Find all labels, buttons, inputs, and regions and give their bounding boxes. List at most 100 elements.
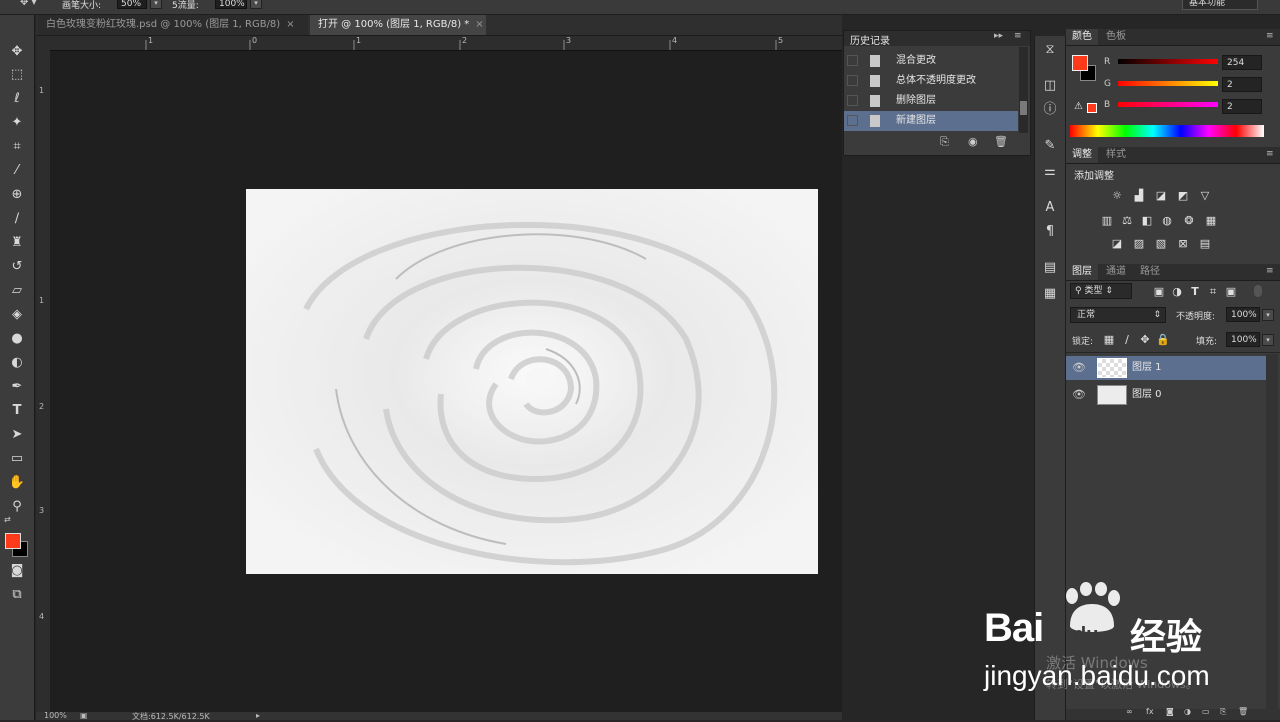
move-tool-icon[interactable]: ✥ [6, 42, 28, 62]
lock-position-icon[interactable]: ✥ [1138, 333, 1152, 347]
red-slider[interactable] [1118, 59, 1218, 64]
hand-tool-icon[interactable]: ✋ [6, 473, 28, 493]
blend-mode-dropdown[interactable]: 正常 ⇕ [1070, 307, 1166, 323]
properties-panel-icon[interactable]: ▤ [1040, 258, 1060, 278]
color-balance-icon[interactable]: ⚖ [1120, 214, 1134, 228]
healing-brush-tool-icon[interactable]: ⊕ [6, 185, 28, 205]
posterize-icon[interactable]: ▨ [1132, 237, 1146, 251]
curves-icon[interactable]: ◪ [1154, 189, 1168, 203]
history-source-checkbox[interactable] [847, 115, 858, 126]
tab-document-2[interactable]: 打开 @ 100% (图层 1, RGB/8) * × [310, 15, 486, 35]
history-item[interactable]: 总体不透明度更改 [844, 71, 1018, 91]
flow-field[interactable]: 100% [215, 0, 247, 9]
zoom-level[interactable]: 100% [44, 711, 67, 720]
brightness-contrast-icon[interactable]: ☼ [1110, 189, 1124, 203]
lock-all-icon[interactable]: 🔒 [1156, 333, 1170, 347]
exposure-icon[interactable]: ◩ [1176, 189, 1190, 203]
brush-tool-icon[interactable]: ∕ [6, 209, 28, 229]
red-value-field[interactable]: 254 [1222, 55, 1262, 70]
lock-transparent-pixels-icon[interactable]: ▦ [1102, 333, 1116, 347]
fill-field[interactable]: 100% [1226, 332, 1260, 347]
black-white-icon[interactable]: ◧ [1140, 214, 1154, 228]
pen-tool-icon[interactable]: ✒ [6, 377, 28, 397]
tab-channels[interactable]: 通道 [1100, 264, 1132, 280]
visibility-eye-icon[interactable]: 👁 [1072, 361, 1086, 374]
history-panel-icon[interactable]: ⧖ [1040, 40, 1060, 60]
selective-color-icon[interactable]: ⊠ [1176, 237, 1190, 251]
shape-layer-filter-icon[interactable]: ⌗ [1206, 285, 1220, 299]
path-selection-tool-icon[interactable]: ➤ [6, 425, 28, 445]
foreground-color-swatch[interactable] [1072, 55, 1088, 71]
invert-icon[interactable]: ◪ [1110, 237, 1124, 251]
threshold-icon[interactable]: ▧ [1154, 237, 1168, 251]
history-brush-tool-icon[interactable]: ↺ [6, 257, 28, 277]
brush-panel-icon[interactable]: ✎ [1040, 136, 1060, 156]
tab-styles[interactable]: 样式 [1100, 147, 1132, 163]
fill-dropdown-icon[interactable]: ▾ [1262, 334, 1274, 346]
brush-presets-icon[interactable]: ⚌ [1040, 162, 1060, 182]
panel-menu-icon[interactable]: ≡ [1266, 149, 1274, 159]
trash-icon[interactable]: 🗑 [994, 135, 1008, 148]
notes-panel-icon[interactable]: ▦ [1040, 284, 1060, 304]
visibility-eye-icon[interactable]: 👁 [1072, 388, 1086, 401]
tab-swatches[interactable]: 色板 [1100, 29, 1132, 45]
dodge-tool-icon[interactable]: ◐ [6, 353, 28, 373]
tab-adjustments[interactable]: 调整 [1066, 147, 1098, 163]
screen-mode-icon[interactable]: ⧉ [6, 585, 28, 605]
close-icon[interactable]: × [286, 19, 294, 30]
workspace-switcher[interactable]: 基本功能 [1182, 0, 1258, 10]
type-tool-icon[interactable]: T [6, 401, 28, 421]
history-item[interactable]: 删除图层 [844, 91, 1018, 111]
history-source-checkbox[interactable] [847, 55, 858, 66]
blur-tool-icon[interactable]: ● [6, 329, 28, 349]
green-slider[interactable] [1118, 81, 1218, 86]
smart-object-filter-icon[interactable]: ▣ [1224, 285, 1238, 299]
green-value-field[interactable]: 2 [1222, 77, 1262, 92]
close-icon[interactable]: × [475, 19, 483, 30]
character-panel-icon[interactable]: A [1040, 198, 1060, 218]
photo-filter-icon[interactable]: ◍ [1160, 214, 1174, 228]
tab-paths[interactable]: 路径 [1134, 264, 1166, 280]
history-scrollbar[interactable] [1019, 47, 1028, 133]
tab-layers[interactable]: 图层 [1066, 264, 1098, 280]
marquee-tool-icon[interactable]: ⬚ [6, 65, 28, 85]
layer-row[interactable]: 👁 图层 0 [1066, 383, 1266, 407]
status-info-icon[interactable]: ▣ [80, 711, 88, 720]
color-spectrum-ramp[interactable] [1070, 125, 1264, 137]
eyedropper-tool-icon[interactable]: ⁄ [6, 161, 28, 181]
crop-tool-icon[interactable]: ⌗ [6, 137, 28, 157]
history-item[interactable]: 混合更改 [844, 51, 1018, 71]
type-layer-filter-icon[interactable]: T [1188, 285, 1202, 299]
vibrance-icon[interactable]: ▽ [1198, 189, 1212, 203]
history-source-checkbox[interactable] [847, 75, 858, 86]
status-menu-arrow-icon[interactable]: ▸ [256, 711, 260, 720]
blue-slider[interactable] [1118, 102, 1218, 107]
eraser-tool-icon[interactable]: ▱ [6, 281, 28, 301]
layer-row-selected[interactable]: 👁 图层 1 [1066, 356, 1266, 380]
tab-document-1[interactable]: 白色玫瑰变粉红玫瑰.psd @ 100% (图层 1, RGB/8) × [38, 15, 308, 35]
tool-preset-icon[interactable]: ✥ ▾ [20, 0, 37, 8]
paragraph-panel-icon[interactable]: ¶ [1040, 222, 1060, 242]
layer-filter-dropdown[interactable]: ⚲ 类型 ⇕ [1070, 283, 1132, 299]
swap-colors-icon[interactable]: ⇄ [4, 515, 14, 525]
camera-icon[interactable]: ◉ [968, 135, 978, 148]
panel-menu-icon[interactable]: ≡ [1266, 266, 1274, 276]
rose-image[interactable] [246, 189, 818, 574]
foreground-color-swatch[interactable] [5, 533, 21, 549]
gradient-map-icon[interactable]: ▤ [1198, 237, 1212, 251]
new-document-from-state-icon[interactable]: ⎘ [940, 135, 949, 149]
history-source-checkbox[interactable] [847, 95, 858, 106]
panel-menu-icon[interactable]: ≡ [1014, 31, 1022, 41]
scrollbar-thumb[interactable] [1020, 101, 1027, 115]
brush-size-dropdown-icon[interactable]: ▾ [150, 0, 162, 9]
shape-tool-icon[interactable]: ▭ [6, 449, 28, 469]
paint-bucket-tool-icon[interactable]: ◈ [6, 305, 28, 325]
brush-size-field[interactable]: 50% [117, 0, 147, 9]
opacity-dropdown-icon[interactable]: ▾ [1262, 309, 1274, 321]
flow-dropdown-icon[interactable]: ▾ [250, 0, 262, 9]
info-panel-icon[interactable]: ⓘ [1040, 100, 1060, 120]
panel-menu-icon[interactable]: ≡ [1266, 31, 1274, 41]
clone-stamp-tool-icon[interactable]: ♜ [6, 233, 28, 253]
history-item-selected[interactable]: 新建图层 [844, 111, 1018, 131]
magic-wand-tool-icon[interactable]: ✦ [6, 113, 28, 133]
